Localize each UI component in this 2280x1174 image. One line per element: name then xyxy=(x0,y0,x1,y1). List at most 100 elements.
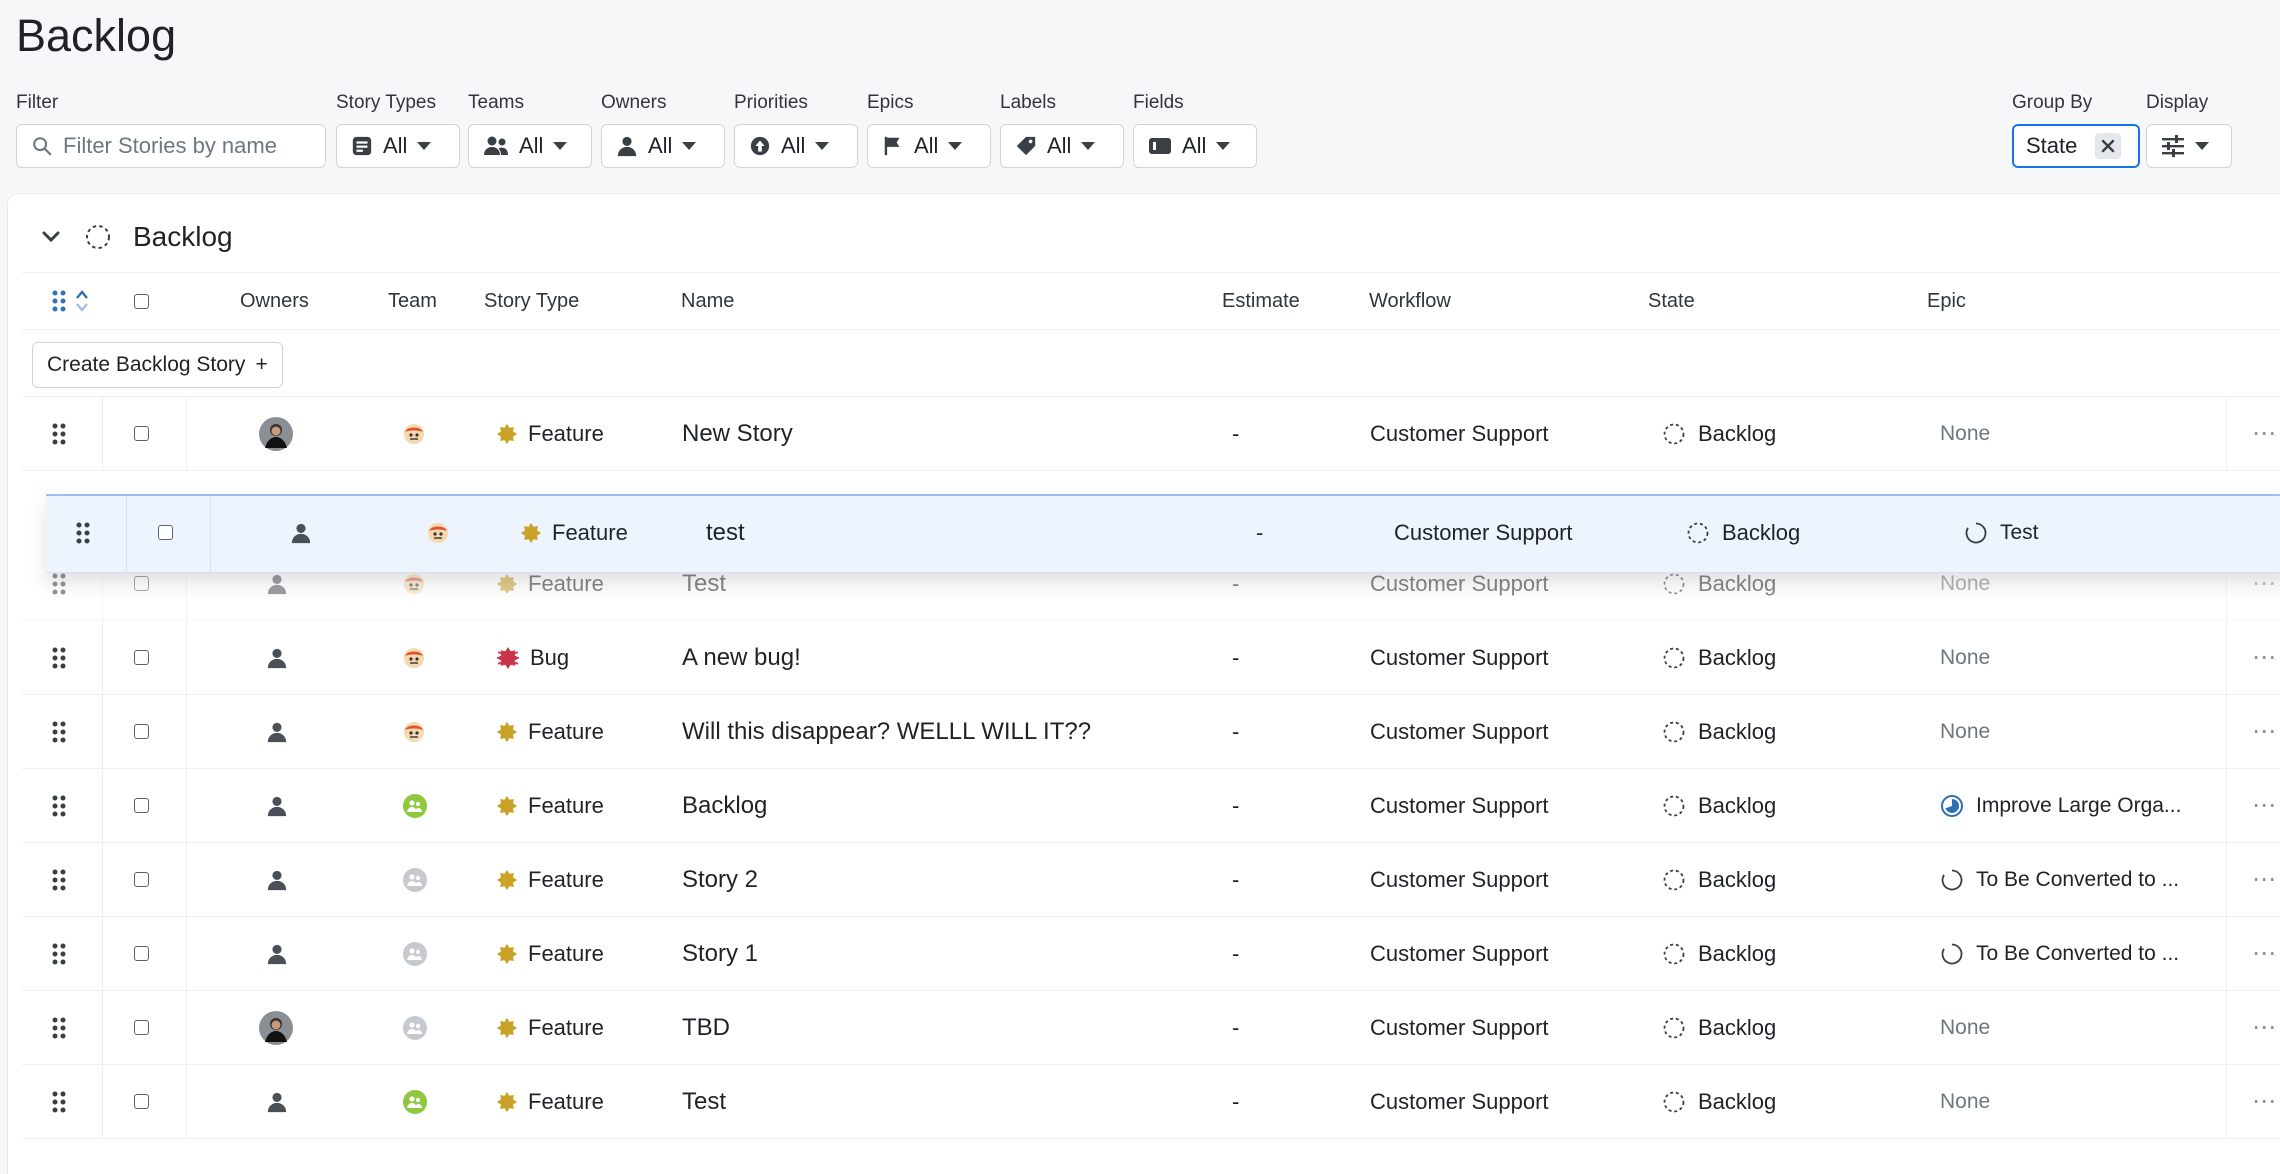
more-options-icon[interactable]: ⋯ xyxy=(2252,991,2277,1064)
story-types-dropdown[interactable]: All xyxy=(336,124,460,168)
story-estimate[interactable]: - xyxy=(1256,496,1263,569)
table-row[interactable]: Bug A new bug! - Customer Support Backlog Non… xyxy=(22,621,2280,695)
story-estimate[interactable]: - xyxy=(1232,695,1239,768)
create-backlog-story-button[interactable]: Create Backlog Story + xyxy=(32,342,283,388)
story-estimate[interactable]: - xyxy=(1232,1065,1239,1138)
row-checkbox[interactable] xyxy=(134,1065,149,1138)
story-epic[interactable]: To Be Converted to ... xyxy=(1940,917,2179,990)
story-epic[interactable]: None xyxy=(1940,397,1990,470)
fields-dropdown[interactable]: All xyxy=(1133,124,1257,168)
story-state[interactable]: Backlog xyxy=(1662,843,1776,916)
drag-handle-icon[interactable] xyxy=(52,769,66,842)
more-options-icon[interactable]: ⋯ xyxy=(2252,917,2277,990)
teams-dropdown[interactable]: All xyxy=(468,124,592,168)
header-estimate[interactable]: Estimate xyxy=(1222,273,1300,329)
dragged-story-row[interactable]: Feature test - Customer Support Backlog … xyxy=(46,494,2280,573)
drag-handle-icon[interactable] xyxy=(52,1065,66,1138)
row-checkbox[interactable] xyxy=(134,917,149,990)
more-options-icon[interactable]: ⋯ xyxy=(2252,769,2277,842)
team-mascot-icon[interactable] xyxy=(402,397,426,470)
person-icon[interactable] xyxy=(266,695,288,768)
story-epic[interactable]: Test xyxy=(1964,496,2039,569)
story-estimate[interactable]: - xyxy=(1232,843,1239,916)
story-state[interactable]: Backlog xyxy=(1662,769,1776,842)
story-state[interactable]: Backlog xyxy=(1662,695,1776,768)
story-name[interactable]: Story 1 xyxy=(682,917,758,990)
drag-handle-icon[interactable] xyxy=(52,991,66,1064)
row-checkbox[interactable] xyxy=(134,397,149,470)
story-estimate[interactable]: - xyxy=(1232,769,1239,842)
owner-avatar[interactable] xyxy=(290,496,312,569)
collapse-chevron-icon[interactable] xyxy=(42,231,60,243)
header-team[interactable]: Team xyxy=(388,273,437,329)
person-icon[interactable] xyxy=(266,917,288,990)
more-options-icon[interactable]: ⋯ xyxy=(2252,397,2277,470)
table-row[interactable]: Feature Test - Customer Support Backlog None ⋯ xyxy=(22,1065,2280,1139)
owner-photo-avatar[interactable] xyxy=(258,991,294,1064)
drag-handle-icon[interactable] xyxy=(52,397,66,470)
row-checkbox[interactable] xyxy=(134,695,149,768)
team-gray-icon[interactable] xyxy=(402,843,428,916)
row-checkbox[interactable] xyxy=(134,621,149,694)
person-icon[interactable] xyxy=(266,843,288,916)
more-options-icon[interactable]: ⋯ xyxy=(2252,1065,2277,1138)
story-epic[interactable]: None xyxy=(1940,1065,1990,1138)
search-input[interactable]: Filter Stories by name xyxy=(16,124,326,168)
sort-icon[interactable] xyxy=(74,288,90,314)
table-row[interactable]: Feature Will this disappear? WELLL WILL I… xyxy=(22,695,2280,769)
story-name[interactable]: Test xyxy=(682,1065,726,1138)
table-row[interactable]: Feature TBD - Customer Support Backlog None ⋯ xyxy=(22,991,2280,1065)
story-estimate[interactable]: - xyxy=(1232,621,1239,694)
labels-dropdown[interactable]: All xyxy=(1000,124,1124,168)
more-options-icon[interactable]: ⋯ xyxy=(2252,843,2277,916)
team-gray-icon[interactable] xyxy=(402,991,428,1064)
row-checkbox[interactable] xyxy=(134,843,149,916)
story-name[interactable]: test xyxy=(706,496,745,569)
row-checkbox[interactable] xyxy=(134,991,149,1064)
person-icon[interactable] xyxy=(266,621,288,694)
story-estimate[interactable]: - xyxy=(1232,397,1239,470)
priorities-dropdown[interactable]: All xyxy=(734,124,858,168)
story-state[interactable]: Backlog xyxy=(1662,621,1776,694)
team-mascot-icon[interactable] xyxy=(402,621,426,694)
row-checkbox[interactable] xyxy=(158,496,173,569)
table-row[interactable]: Feature Story 1 - Customer Support Backlog To… xyxy=(22,917,2280,991)
story-name[interactable]: New Story xyxy=(682,397,793,470)
team-green-icon[interactable] xyxy=(402,1065,428,1138)
table-row[interactable]: Feature Story 2 - Customer Support Backlog To… xyxy=(22,843,2280,917)
person-icon[interactable] xyxy=(266,1065,288,1138)
drag-handle-icon[interactable] xyxy=(52,917,66,990)
header-name[interactable]: Name xyxy=(681,273,734,329)
row-checkbox[interactable] xyxy=(134,769,149,842)
drag-handle-icon[interactable] xyxy=(52,289,66,313)
more-options-icon[interactable]: ⋯ xyxy=(2252,621,2277,694)
team-green-icon[interactable] xyxy=(402,769,428,842)
clear-icon[interactable] xyxy=(2095,133,2122,159)
story-name[interactable]: A new bug! xyxy=(682,621,801,694)
story-state[interactable]: Backlog xyxy=(1662,991,1776,1064)
person-icon[interactable] xyxy=(266,769,288,842)
select-all-checkbox[interactable] xyxy=(134,273,149,329)
story-estimate[interactable]: - xyxy=(1232,917,1239,990)
team-avatar[interactable] xyxy=(426,496,450,569)
more-options-icon[interactable]: ⋯ xyxy=(2252,695,2277,768)
epics-dropdown[interactable]: All xyxy=(867,124,991,168)
story-estimate[interactable]: - xyxy=(1232,991,1239,1064)
story-state[interactable]: Backlog xyxy=(1662,1065,1776,1138)
group-by-select[interactable]: State xyxy=(2012,124,2140,168)
drag-handle-icon[interactable] xyxy=(76,496,90,569)
story-epic[interactable]: Improve Large Orga... xyxy=(1940,769,2181,842)
story-name[interactable]: Will this disappear? WELLL WILL IT?? xyxy=(682,695,1091,768)
story-epic[interactable]: To Be Converted to ... xyxy=(1940,843,2179,916)
display-dropdown[interactable] xyxy=(2146,124,2232,168)
story-epic[interactable]: None xyxy=(1940,695,1990,768)
drag-handle-icon[interactable] xyxy=(52,843,66,916)
story-name[interactable]: Story 2 xyxy=(682,843,758,916)
header-owners[interactable]: Owners xyxy=(240,273,309,329)
story-epic[interactable]: None xyxy=(1940,621,1990,694)
header-epic[interactable]: Epic xyxy=(1927,273,1966,329)
table-row[interactable]: Feature New Story - Customer Support Backlog… xyxy=(22,397,2280,471)
story-name[interactable]: Backlog xyxy=(682,769,767,842)
owner-photo-avatar[interactable] xyxy=(258,397,294,470)
story-state[interactable]: Backlog xyxy=(1662,397,1776,470)
